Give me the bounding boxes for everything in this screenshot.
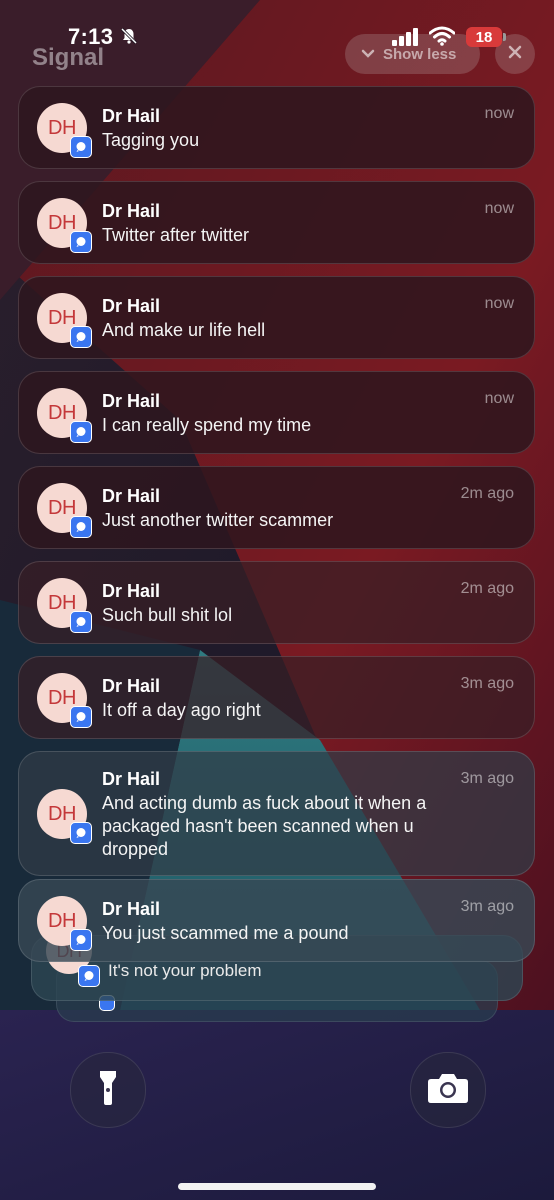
timestamp: 3m ago — [460, 675, 514, 692]
message-text: Just another twitter scammer — [102, 510, 334, 530]
flashlight-button[interactable] — [70, 1052, 146, 1128]
message-text: Such bull shit lol — [102, 605, 233, 625]
battery-icon: 18 — [466, 27, 502, 47]
status-bar: 7:13 18 — [0, 0, 554, 60]
battery-cap — [503, 33, 506, 41]
notification-card[interactable]: DH Dr Hail And acting dumb as fuck about… — [18, 751, 535, 876]
message-text: It off a day ago right — [102, 700, 261, 720]
home-indicator[interactable] — [178, 1183, 376, 1190]
signal-app-icon — [70, 611, 92, 633]
sender-name: Dr Hail — [102, 486, 161, 506]
notification-card[interactable]: DH Dr Hail Just another twitter scammer … — [18, 466, 535, 549]
message-text: It's not your problem — [108, 961, 262, 980]
timestamp: now — [484, 295, 514, 312]
sender-name: Dr Hail — [102, 899, 161, 919]
camera-button[interactable] — [410, 1052, 486, 1128]
sender-name: Dr Hail — [102, 581, 161, 601]
cellular-signal-icon — [392, 28, 420, 51]
flashlight-icon — [98, 1069, 118, 1112]
sender-name: Dr Hail — [102, 106, 161, 126]
signal-app-icon — [70, 136, 92, 158]
signal-app-icon — [70, 706, 92, 728]
signal-app-icon — [78, 965, 100, 987]
wifi-icon — [428, 26, 456, 51]
sender-name: Dr Hail — [102, 201, 161, 221]
sender-name: Dr Hail — [102, 296, 161, 316]
signal-app-icon — [70, 326, 92, 348]
bell-slash-icon — [120, 27, 138, 50]
notification-card[interactable]: DH Dr Hail Twitter after twitter now — [18, 181, 535, 264]
sender-name: Dr Hail — [102, 769, 161, 789]
notification-card[interactable]: DH Dr Hail Tagging you now — [18, 86, 535, 169]
timestamp: now — [484, 390, 514, 407]
clock: 7:13 — [68, 24, 114, 49]
message-text: And acting dumb as fuck about it when a … — [102, 793, 427, 859]
signal-app-icon — [70, 231, 92, 253]
camera-icon — [427, 1072, 469, 1109]
sender-name: Dr Hail — [102, 391, 161, 411]
notification-card[interactable]: DH Dr Hail You just scammed me a pound 3… — [18, 879, 535, 962]
timestamp: 3m ago — [460, 898, 514, 915]
notification-card[interactable]: DH Dr Hail And make ur life hell now — [18, 276, 535, 359]
message-text: You just scammed me a pound — [102, 923, 349, 943]
message-text: Twitter after twitter — [102, 225, 250, 245]
signal-app-icon — [70, 421, 92, 443]
notification-card[interactable]: DH Dr Hail I can really spend my time no… — [18, 371, 535, 454]
timestamp: 2m ago — [460, 485, 514, 502]
signal-app-icon — [70, 822, 92, 844]
message-text: I can really spend my time — [102, 415, 312, 435]
timestamp: now — [484, 200, 514, 217]
sender-name: Dr Hail — [102, 676, 161, 696]
signal-app-icon — [70, 929, 92, 951]
message-text: And make ur life hell — [102, 320, 266, 340]
timestamp: 3m ago — [460, 770, 514, 787]
notification-card[interactable]: DH Dr Hail Such bull shit lol 2m ago — [18, 561, 535, 644]
timestamp: 2m ago — [460, 580, 514, 597]
message-text: Tagging you — [102, 130, 200, 150]
timestamp: now — [484, 105, 514, 122]
signal-app-icon — [70, 516, 92, 538]
notification-card[interactable]: DH Dr Hail It off a day ago right 3m ago — [18, 656, 535, 739]
